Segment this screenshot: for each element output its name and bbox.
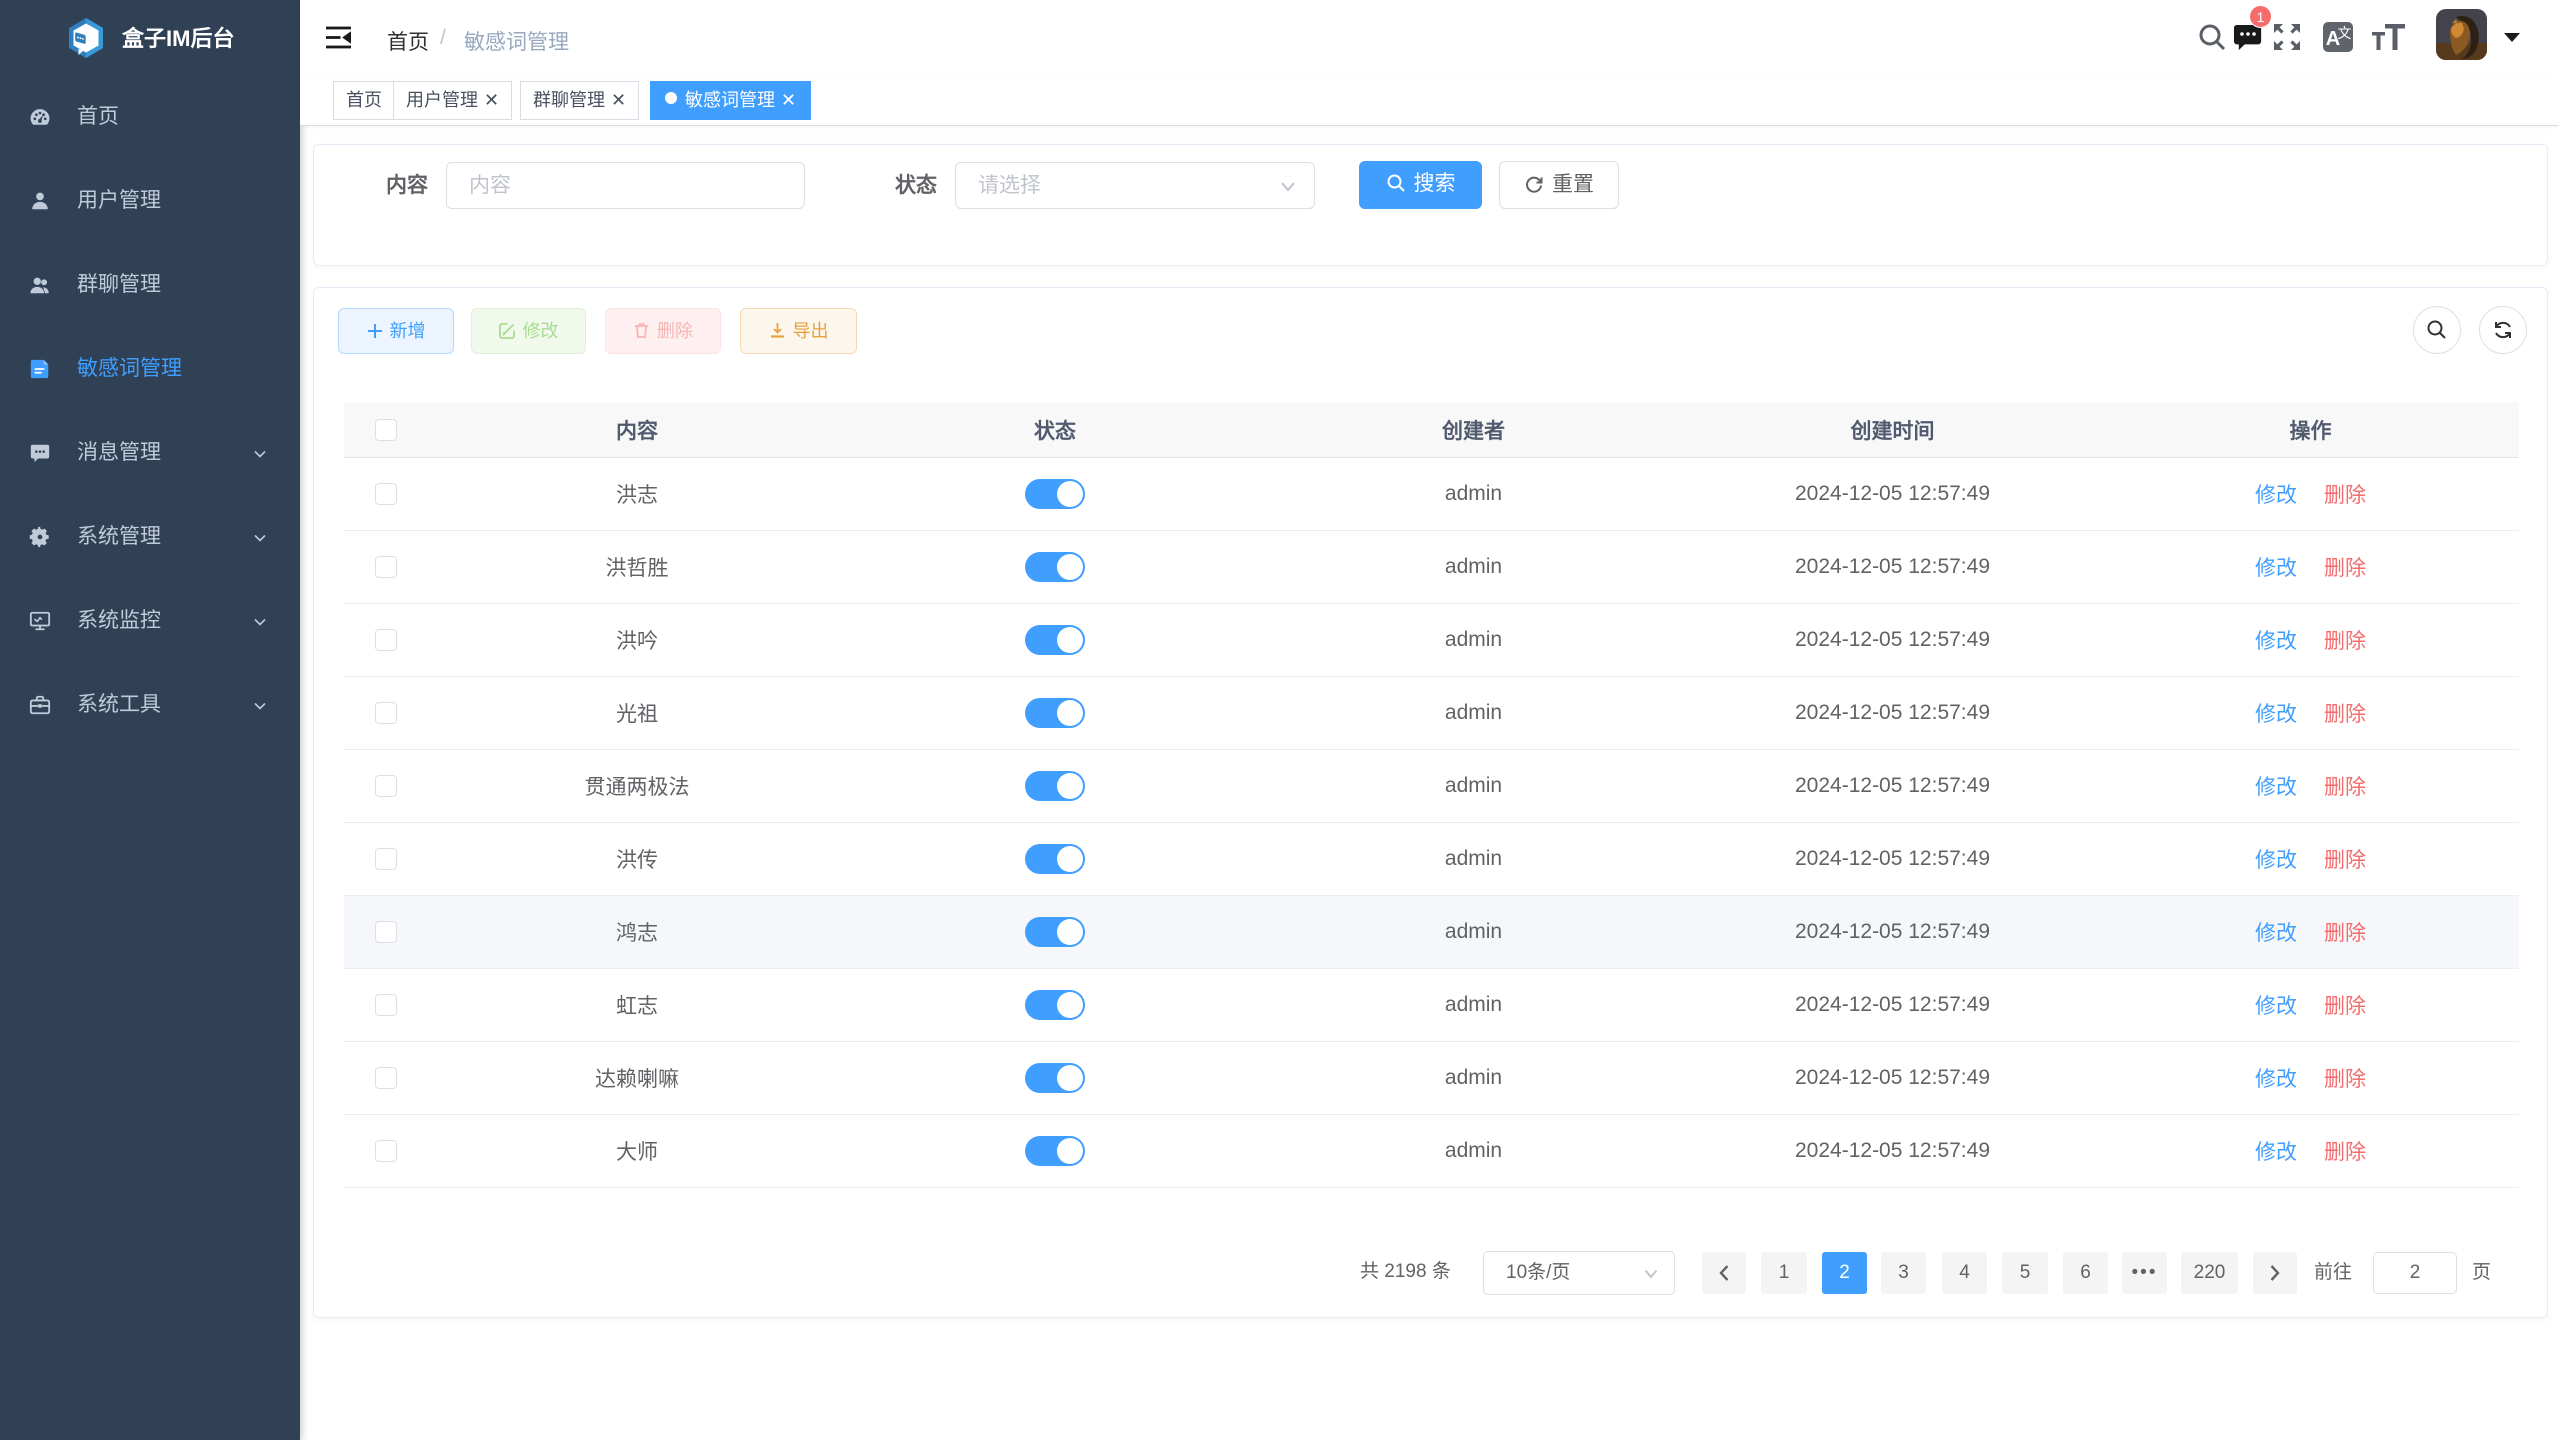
svg-text:文: 文 [2338,25,2352,41]
